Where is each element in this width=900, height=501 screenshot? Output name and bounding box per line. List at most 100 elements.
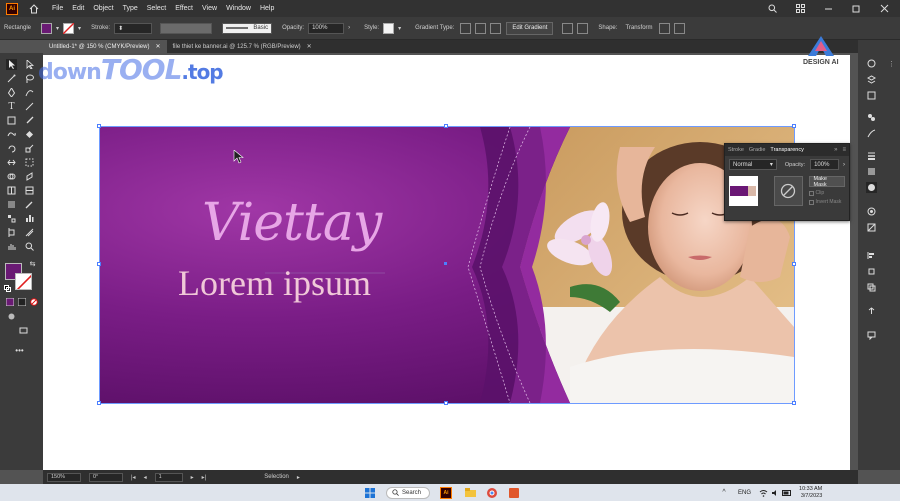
blend-mode-dropdown[interactable]: Normal ▾: [729, 159, 777, 170]
chrome-icon[interactable]: [486, 487, 498, 499]
restore-icon[interactable]: [850, 3, 862, 15]
last-artboard-icon[interactable]: ▸|: [202, 474, 207, 481]
tab-close-icon[interactable]: ✕: [155, 43, 160, 50]
menu-help[interactable]: Help: [260, 5, 274, 12]
stroke-panel-icon[interactable]: [866, 150, 877, 161]
language-indicator[interactable]: ENG: [738, 490, 751, 496]
artwork-thumbnail[interactable]: [729, 176, 758, 206]
hand-tool-icon[interactable]: [6, 241, 17, 252]
perspective-grid-tool-icon[interactable]: [6, 185, 17, 196]
default-fill-stroke-icon[interactable]: [2, 283, 13, 294]
screen-mode-icon[interactable]: [18, 325, 29, 336]
search-icon[interactable]: [766, 3, 778, 15]
variable-width-field[interactable]: [160, 22, 213, 34]
panel-menu-icon[interactable]: ≡: [842, 147, 846, 153]
line-segment-tool-icon[interactable]: [24, 101, 35, 112]
close-icon[interactable]: [878, 3, 890, 15]
stroke-profile-dropdown[interactable]: Basic: [222, 22, 273, 34]
gradient-mode-icon[interactable]: [16, 296, 27, 307]
paintbrush-tool-icon[interactable]: [24, 115, 35, 126]
selection-handle-ml[interactable]: [97, 262, 101, 266]
tab-transparency[interactable]: Transparency: [770, 147, 803, 153]
scale-tool-icon[interactable]: [24, 143, 35, 154]
windows-start-icon[interactable]: [364, 487, 376, 499]
transform-label[interactable]: Transform: [625, 25, 652, 31]
rotation-dropdown[interactable]: 0°: [89, 472, 123, 482]
linear-gradient-icon[interactable]: [460, 22, 472, 34]
selection-handle-mr[interactable]: [792, 262, 796, 266]
clip-option[interactable]: Clip: [808, 190, 845, 196]
selection-handle-bl[interactable]: [97, 401, 101, 405]
menu-window[interactable]: Window: [226, 5, 251, 12]
first-artboard-icon[interactable]: |◂: [131, 474, 136, 481]
style-swatch[interactable]: [383, 22, 395, 34]
recolor-artwork-icon[interactable]: [562, 22, 574, 34]
lasso-tool-icon[interactable]: [24, 73, 35, 84]
magic-wand-tool-icon[interactable]: [6, 73, 17, 84]
invert-mask-option[interactable]: Invert Mask: [808, 199, 845, 205]
eraser-tool-icon[interactable]: [24, 129, 35, 140]
opacity-field[interactable]: 100%: [308, 22, 345, 34]
shape-label[interactable]: Shape:: [598, 25, 617, 31]
stroke-swatch[interactable]: [63, 22, 75, 34]
edit-gradient-button[interactable]: Edit Gradient: [506, 21, 554, 35]
invert-mask-checkbox[interactable]: [808, 199, 814, 205]
shaper-tool-icon[interactable]: [6, 129, 17, 140]
next-artboard-icon[interactable]: ▸: [191, 474, 194, 481]
menu-select[interactable]: Select: [147, 5, 166, 12]
banner-subtitle[interactable]: Lorem ipsum: [178, 262, 371, 304]
selection-handle-tr[interactable]: [792, 124, 796, 128]
zoom-dropdown[interactable]: 150%: [47, 472, 81, 482]
grid-transform-icon[interactable]: [658, 22, 670, 34]
menu-view[interactable]: View: [202, 5, 217, 12]
artboard-tool-icon[interactable]: [6, 227, 17, 238]
menu-effect[interactable]: Effect: [175, 5, 193, 12]
app-taskbar-icon[interactable]: [508, 487, 520, 499]
fill-swatch[interactable]: [41, 22, 53, 34]
transparency-panel-icon[interactable]: [866, 182, 877, 193]
tray-chevron-icon[interactable]: ^: [718, 487, 730, 499]
artboard[interactable]: Viettay Lorem ipsum: [43, 55, 850, 470]
appearance-panel-icon[interactable]: [866, 206, 877, 217]
prev-artboard-icon[interactable]: ◂: [144, 474, 147, 481]
stroke-color-box[interactable]: [15, 273, 32, 290]
arrange-documents-icon[interactable]: [794, 3, 806, 15]
banner-artwork[interactable]: Viettay Lorem ipsum: [100, 127, 794, 403]
gradient-tool-icon[interactable]: [6, 199, 17, 210]
selection-handle-tm[interactable]: [444, 124, 448, 128]
transform-panel-icon[interactable]: [866, 266, 877, 277]
selection-handle-br[interactable]: [792, 401, 796, 405]
rectangle-tool-icon[interactable]: [6, 115, 17, 126]
color-mode-icon[interactable]: [4, 296, 15, 307]
zoom-tool-icon[interactable]: [24, 241, 35, 252]
menu-type[interactable]: Type: [123, 5, 138, 12]
pathfinder-panel-icon[interactable]: [866, 282, 877, 293]
none-mode-icon[interactable]: [28, 296, 39, 307]
gradient-panel-icon[interactable]: [866, 166, 877, 177]
file-explorer-icon[interactable]: [464, 487, 476, 499]
make-mask-button[interactable]: Make Mask: [808, 176, 845, 188]
layers-panel-icon[interactable]: [866, 74, 877, 85]
fill-dropdown-arrow-icon[interactable]: ▾: [56, 25, 59, 32]
document-tab-banner[interactable]: file thiet ke banner.ai @ 125.7 % (RGB/P…: [167, 40, 318, 53]
panel-opacity-field[interactable]: 100%: [810, 159, 839, 170]
comments-panel-icon[interactable]: [866, 330, 877, 341]
rotate-tool-icon[interactable]: [6, 143, 17, 154]
stroke-weight-field[interactable]: ⬍: [114, 22, 153, 34]
artboard-dropdown[interactable]: 1: [154, 472, 183, 482]
opacity-arrow-icon[interactable]: ›: [348, 25, 350, 31]
eyedropper-tool-icon[interactable]: [24, 199, 35, 210]
column-graph-tool-icon[interactable]: [24, 213, 35, 224]
curvature-tool-icon[interactable]: [24, 87, 35, 98]
menu-edit[interactable]: Edit: [72, 5, 84, 12]
align-icon[interactable]: [577, 22, 589, 34]
symbols-panel-icon[interactable]: [866, 112, 877, 123]
panel-collapse-icon[interactable]: »: [834, 147, 837, 153]
tab-gradient[interactable]: Gradie: [749, 147, 766, 153]
export-panel-icon[interactable]: [866, 306, 877, 317]
banner-title[interactable]: Viettay: [202, 193, 382, 253]
document-tab-untitled[interactable]: Untitled-1* @ 150 % (CMYK/Preview) ✕: [43, 40, 167, 53]
selection-handle-bm[interactable]: [444, 401, 448, 405]
minimize-icon[interactable]: [822, 3, 834, 15]
blend-tool-icon[interactable]: [6, 213, 17, 224]
